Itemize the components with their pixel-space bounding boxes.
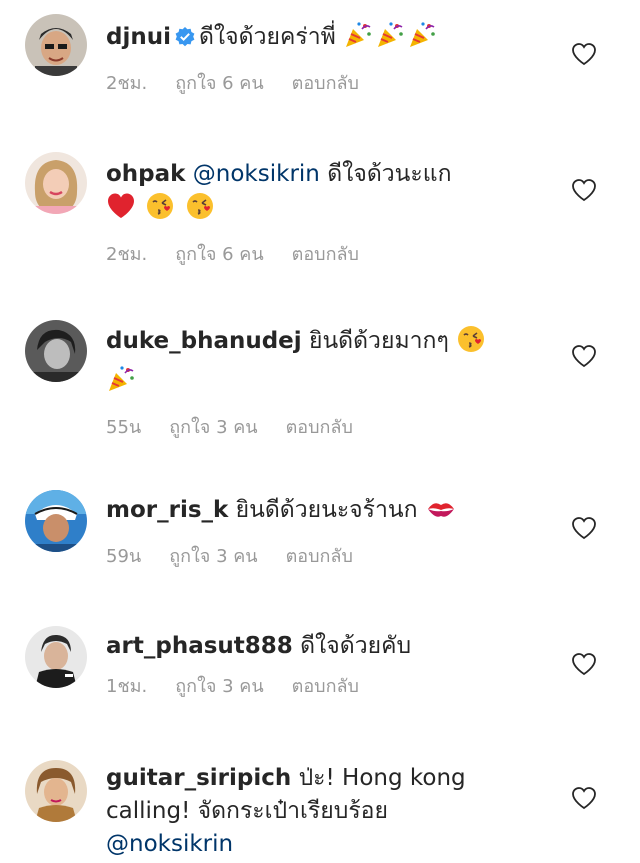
heart-outline-icon[interactable]: [571, 42, 597, 66]
comment-time: 55น: [106, 417, 142, 438]
comment-text-block: duke_bhanudej ยินดีด้วยมากๆ: [106, 324, 538, 404]
comment-time: 1ชม.: [106, 676, 148, 697]
kiss-mark-icon: [425, 495, 457, 533]
like-count-link[interactable]: ถูกใจ 3 คน: [169, 417, 257, 438]
avatar[interactable]: [25, 626, 87, 688]
comment-meta: 55น ถูกใจ 3 คน ตอบกลับ: [106, 416, 538, 440]
verified-badge-icon: [175, 24, 195, 57]
comment-body: djnui ดีใจด้วยคร่าพี่ 2ชม. ถูกใจ 6 คน ตอบกล…: [106, 20, 538, 96]
reply-button[interactable]: ตอบกลับ: [292, 676, 359, 697]
comment-body: guitar_siripich ป่ะ! Hong kong calling! …: [106, 762, 538, 861]
username[interactable]: djnui: [106, 24, 171, 50]
username[interactable]: duke_bhanudej: [106, 328, 302, 354]
like-count-link[interactable]: ถูกใจ 3 คน: [169, 546, 257, 567]
username[interactable]: art_phasut888: [106, 633, 293, 659]
avatar[interactable]: [25, 760, 87, 822]
like-count-link[interactable]: ถูกใจ 3 คน: [175, 676, 263, 697]
comment-body: ohpak @noksikrin ดีใจด้วนะแก 2ชม. ถูกใจ 6…: [106, 158, 538, 267]
comment-text-block: mor_ris_k ยินดีด้วยนะจร้านก: [106, 494, 538, 533]
comment-meta: 2ชม. ถูกใจ 6 คน ตอบกลับ: [106, 72, 538, 96]
comment-text-block: djnui ดีใจด้วยคร่าพี่: [106, 20, 538, 60]
comment-time: 2ชม.: [106, 244, 148, 265]
comment-meta: 59น ถูกใจ 3 คน ตอบกลับ: [106, 545, 538, 569]
avatar[interactable]: [25, 490, 87, 552]
heart-outline-icon[interactable]: [571, 178, 597, 202]
comment-body: duke_bhanudej ยินดีด้วยมากๆ 55น ถูกใจ 3 ค…: [106, 324, 538, 440]
party-popper-icon: [343, 20, 373, 60]
comment-text: ดีใจด้วยคับ: [300, 633, 412, 659]
comment-meta: 2ชม. ถูกใจ 6 คน ตอบกลับ: [106, 243, 538, 267]
heart-outline-icon[interactable]: [571, 344, 597, 368]
comment-meta: 1ชม. ถูกใจ 3 คน ตอบกลับ: [106, 675, 538, 699]
comment-text-block: guitar_siripich ป่ะ! Hong kong calling! …: [106, 762, 538, 861]
red-heart-icon: [106, 191, 136, 231]
comment-text: ดีใจด้วยคร่าพี่: [198, 24, 336, 50]
kissing-face-icon: [145, 191, 175, 231]
comment-body: mor_ris_k ยินดีด้วยนะจร้านก 59น ถูกใจ 3 ค…: [106, 494, 538, 569]
like-count-link[interactable]: ถูกใจ 6 คน: [175, 73, 263, 94]
comment-text: ยินดีด้วยมากๆ: [308, 328, 449, 354]
comment-text-block: art_phasut888 ดีใจด้วยคับ: [106, 630, 538, 663]
comment-time: 2ชม.: [106, 73, 148, 94]
comment-body: art_phasut888 ดีใจด้วยคับ 1ชม. ถูกใจ 3 คน…: [106, 630, 538, 699]
comment-time: 59น: [106, 546, 142, 567]
mention-link[interactable]: @noksikrin: [193, 161, 320, 187]
heart-outline-icon[interactable]: [571, 652, 597, 676]
party-popper-icon: [375, 20, 405, 60]
comment-text-block: ohpak @noksikrin ดีใจด้วนะแก: [106, 158, 538, 231]
username[interactable]: guitar_siripich: [106, 765, 291, 791]
comment-text: ดีใจด้วนะแก: [327, 161, 452, 187]
reply-button[interactable]: ตอบกลับ: [292, 73, 359, 94]
username[interactable]: mor_ris_k: [106, 497, 228, 523]
party-popper-icon: [106, 364, 136, 404]
avatar[interactable]: [25, 14, 87, 76]
avatar[interactable]: [25, 152, 87, 214]
like-count-link[interactable]: ถูกใจ 6 คน: [175, 244, 263, 265]
kissing-face-icon: [185, 191, 215, 231]
reply-button[interactable]: ตอบกลับ: [286, 417, 353, 438]
username[interactable]: ohpak: [106, 161, 185, 187]
mention-link[interactable]: @noksikrin: [106, 831, 233, 857]
reply-button[interactable]: ตอบกลับ: [286, 546, 353, 567]
comment-text: ยินดีด้วยนะจร้านก: [235, 497, 418, 523]
heart-outline-icon[interactable]: [571, 786, 597, 810]
kissing-face-icon: [456, 324, 486, 364]
reply-button[interactable]: ตอบกลับ: [292, 244, 359, 265]
avatar[interactable]: [25, 320, 87, 382]
party-popper-icon: [407, 20, 437, 60]
heart-outline-icon[interactable]: [571, 516, 597, 540]
